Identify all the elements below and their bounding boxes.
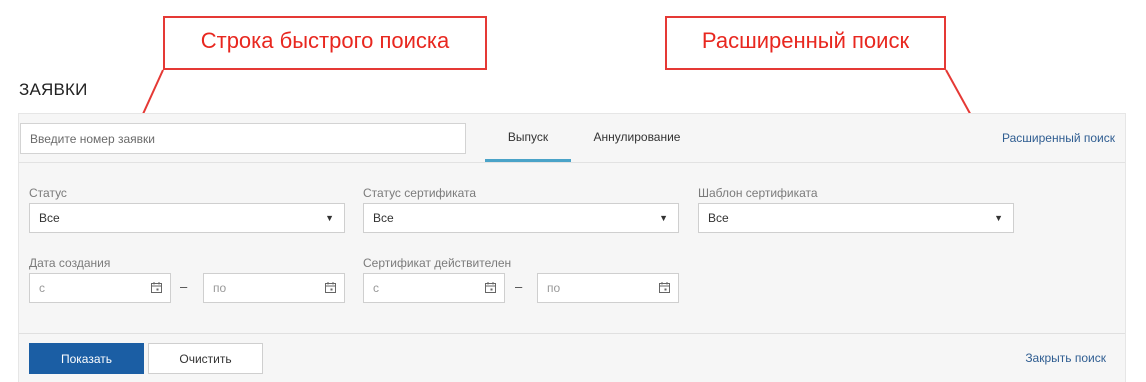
- close-search-link[interactable]: Закрыть поиск: [1025, 343, 1106, 374]
- show-button[interactable]: Показать: [29, 343, 144, 374]
- cert-template-select-value: Все: [708, 211, 729, 225]
- status-select[interactable]: Все ▼: [29, 203, 345, 233]
- cert-status-select[interactable]: Все ▼: [363, 203, 679, 233]
- created-date-from-input[interactable]: с: [29, 273, 171, 303]
- search-panel: Выпуск Аннулирование Расширенный поиск С…: [18, 113, 1126, 382]
- calendar-icon[interactable]: [485, 282, 496, 293]
- quick-search-input[interactable]: [20, 123, 466, 154]
- actions-divider: [19, 333, 1125, 334]
- created-date-to-placeholder: по: [213, 281, 227, 295]
- status-label: Статус: [29, 186, 67, 200]
- caret-down-icon: ▼: [994, 213, 1003, 223]
- tab-issue[interactable]: Выпуск: [485, 114, 571, 162]
- search-topbar: Выпуск Аннулирование Расширенный поиск: [19, 114, 1125, 163]
- cert-template-select[interactable]: Все ▼: [698, 203, 1014, 233]
- calendar-icon[interactable]: [325, 282, 336, 293]
- created-date-to-input[interactable]: по: [203, 273, 345, 303]
- page-title: ЗАЯВКИ: [19, 80, 88, 99]
- cert-valid-from-input[interactable]: с: [363, 273, 505, 303]
- calendar-icon[interactable]: [151, 282, 162, 293]
- cert-status-label: Статус сертификата: [363, 186, 477, 200]
- calendar-icon[interactable]: [659, 282, 670, 293]
- cert-status-select-value: Все: [373, 211, 394, 225]
- date-range-dash: –: [515, 279, 523, 294]
- status-select-value: Все: [39, 211, 60, 225]
- cert-template-label: Шаблон сертификата: [698, 186, 818, 200]
- created-date-label: Дата создания: [29, 256, 111, 270]
- caret-down-icon: ▼: [659, 213, 668, 223]
- advanced-search-link[interactable]: Расширенный поиск: [1002, 114, 1115, 162]
- callout-quick-search: Строка быстрого поиска: [163, 16, 487, 70]
- cert-valid-to-input[interactable]: по: [537, 273, 679, 303]
- cert-valid-to-placeholder: по: [547, 281, 561, 295]
- caret-down-icon: ▼: [325, 213, 334, 223]
- cert-valid-from-placeholder: с: [373, 281, 379, 295]
- clear-button[interactable]: Очистить: [148, 343, 263, 374]
- callout-advanced-search: Расширенный поиск: [665, 16, 946, 70]
- created-date-from-placeholder: с: [39, 281, 45, 295]
- cert-valid-label: Сертификат действителен: [363, 256, 512, 270]
- date-range-dash: –: [180, 279, 188, 294]
- tab-revoke[interactable]: Аннулирование: [582, 114, 692, 162]
